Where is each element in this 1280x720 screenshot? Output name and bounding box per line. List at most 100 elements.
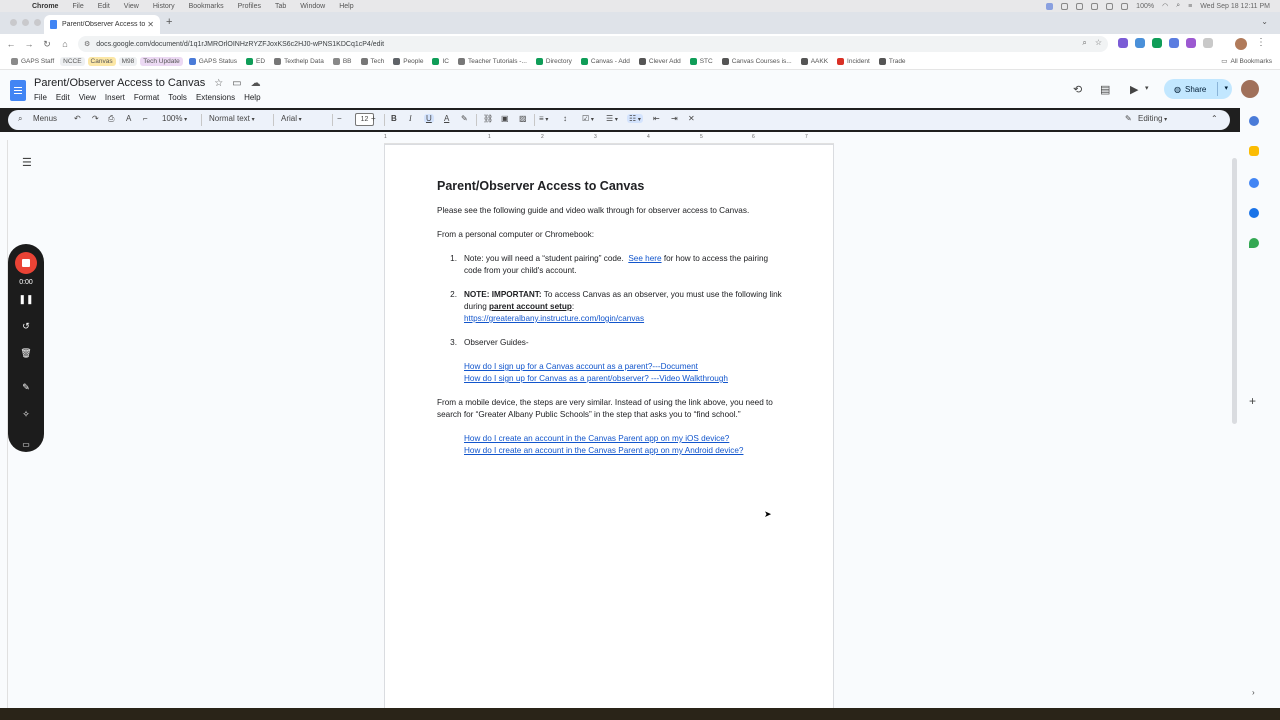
undo-icon[interactable]: ↶ <box>74 114 81 123</box>
tab-search-icon[interactable]: ⌄ <box>1261 17 1268 26</box>
add-comment-icon[interactable]: ▣ <box>501 114 509 123</box>
menu-format[interactable]: Format <box>134 93 159 102</box>
guide-link-document[interactable]: How do I sign up for a Canvas account as… <box>464 361 782 373</box>
menubar-item-view[interactable]: View <box>124 3 139 10</box>
contacts-icon[interactable] <box>1249 208 1259 218</box>
canvas-login-link[interactable]: https://greateralbany.instructure.com/lo… <box>464 314 644 323</box>
site-info-icon[interactable]: ⚙ <box>84 40 90 48</box>
stop-recording-button[interactable] <box>15 252 37 274</box>
bookmark-item[interactable]: Canvas Courses is... <box>719 57 795 66</box>
align-icon[interactable]: ≡ <box>539 114 548 123</box>
menubar-item-bookmarks[interactable]: Bookmarks <box>189 3 224 10</box>
get-addons-icon[interactable]: + <box>1249 394 1256 408</box>
home-icon[interactable]: ⌂ <box>56 39 74 49</box>
bookmark-item[interactable]: Texthelp Data <box>271 57 327 66</box>
clear-formatting-icon[interactable]: ✕ <box>688 114 695 123</box>
chrome-menu-icon[interactable]: ⋮ <box>1256 37 1266 48</box>
forward-icon[interactable]: → <box>20 39 38 49</box>
zoom-select[interactable]: 100% <box>162 114 187 123</box>
menu-edit[interactable]: Edit <box>56 93 70 102</box>
extension-icon[interactable] <box>1169 38 1179 48</box>
decrease-font-size-icon[interactable]: − <box>337 114 342 123</box>
menubar-item-file[interactable]: File <box>72 3 83 10</box>
guide-link-video[interactable]: How do I sign up for Canvas as a parent/… <box>464 373 782 385</box>
decrease-indent-icon[interactable]: ⇤ <box>653 114 660 123</box>
document-scrollbar[interactable] <box>1232 158 1237 424</box>
clock[interactable]: Wed Sep 18 12:11 PM <box>1200 3 1270 10</box>
comments-icon[interactable]: ▤ <box>1100 83 1110 96</box>
menubar-item-window[interactable]: Window <box>300 3 325 10</box>
bookmark-item[interactable]: NCCE <box>60 57 85 66</box>
menu-tools[interactable]: Tools <box>168 93 187 102</box>
star-icon[interactable]: ☆ <box>214 78 223 89</box>
underline-icon[interactable]: U <box>424 114 434 123</box>
maps-icon[interactable] <box>1249 238 1259 248</box>
checklist-icon[interactable]: ☑ <box>582 114 594 123</box>
bookmark-item[interactable]: GAPS Staff <box>8 57 57 66</box>
bookmark-item[interactable]: Canvas <box>87 57 116 66</box>
italic-icon[interactable]: I <box>409 114 412 123</box>
address-bar[interactable]: ⚙ docs.google.com/document/d/1q1rJMROrlO… <box>78 36 1108 52</box>
bluetooth-icon[interactable] <box>1121 2 1129 10</box>
document-outline-icon[interactable]: ☰ <box>22 156 32 169</box>
pause-icon[interactable]: ❚❚ <box>8 294 44 305</box>
extension-icon[interactable] <box>1118 38 1128 48</box>
print-icon[interactable]: ⎙ <box>108 114 114 124</box>
bookmark-item[interactable]: BB <box>330 57 355 66</box>
bookmark-star-icon[interactable]: ☆ <box>1095 38 1102 48</box>
search-icon[interactable]: ⌕ <box>1176 2 1180 10</box>
menu-view[interactable]: View <box>79 93 96 102</box>
share-dropdown-icon[interactable]: ▾ <box>1224 84 1228 92</box>
menu-file[interactable]: File <box>34 93 47 102</box>
bookmark-item[interactable]: Incident <box>834 57 873 66</box>
bookmark-item[interactable]: Trade <box>876 57 909 66</box>
screen-record-icon[interactable] <box>1046 2 1054 10</box>
back-icon[interactable]: ← <box>2 39 20 49</box>
control-center-icon[interactable]: ≡ <box>1188 3 1192 10</box>
bold-icon[interactable]: B <box>391 114 397 123</box>
meet-icon[interactable]: ▶ <box>1130 83 1138 96</box>
text-color-icon[interactable]: A <box>444 114 449 123</box>
volume-icon[interactable] <box>1106 2 1114 10</box>
ios-guide-link[interactable]: How do I create an account in the Canvas… <box>464 433 782 445</box>
hide-side-panel-icon[interactable]: › <box>1252 688 1255 697</box>
insert-link-icon[interactable]: ⛓ <box>483 114 493 123</box>
numbered-list-icon[interactable]: ☷ <box>627 114 643 123</box>
version-history-icon[interactable]: ⟲ <box>1073 83 1082 96</box>
increase-font-size-icon[interactable]: + <box>371 114 376 123</box>
draw-pen-icon[interactable]: ✎ <box>8 382 44 393</box>
meet-dropdown-icon[interactable]: ▾ <box>1145 84 1149 92</box>
doc-title-input[interactable]: Parent/Observer Access to Canvas <box>34 77 205 89</box>
menu-help[interactable]: Help <box>244 93 260 102</box>
extension-icon[interactable] <box>1135 38 1145 48</box>
menu-extensions[interactable]: Extensions <box>196 93 235 102</box>
share-button[interactable]: ◍ Share ▾ <box>1164 79 1232 99</box>
delete-icon[interactable]: 🗑 <box>8 348 44 359</box>
zoom-icon[interactable]: ⌕ <box>1082 38 1086 48</box>
move-folder-icon[interactable]: ▭ <box>232 78 241 89</box>
bookmark-item[interactable]: Tech Update <box>140 57 183 66</box>
tasks-icon[interactable] <box>1249 178 1259 188</box>
menubar-item-help[interactable]: Help <box>339 3 353 10</box>
bookmark-item[interactable]: ED <box>243 57 268 66</box>
document-body[interactable]: Parent/Observer Access to Canvas Please … <box>437 180 782 469</box>
redo-icon[interactable]: ↷ <box>92 114 99 123</box>
effects-icon[interactable]: ✧ <box>8 409 44 420</box>
all-bookmarks-button[interactable]: ▭ All Bookmarks <box>1221 57 1272 66</box>
menubar-item-tab[interactable]: Tab <box>275 3 286 10</box>
bookmark-item[interactable]: Clever Add <box>636 57 684 66</box>
bookmark-item[interactable]: M98 <box>118 57 138 66</box>
status-icon[interactable] <box>1091 2 1099 10</box>
search-menus-label[interactable]: Menus <box>33 114 57 123</box>
bookmark-item[interactable]: Teacher Tutorials -... <box>455 57 530 66</box>
menubar-item-edit[interactable]: Edit <box>98 3 110 10</box>
new-tab-icon[interactable]: + <box>166 16 172 28</box>
insert-image-icon[interactable]: ▨ <box>519 114 527 123</box>
close-tab-icon[interactable]: ✕ <box>147 20 154 29</box>
camera-icon[interactable]: ▭ <box>8 440 44 449</box>
calendar-icon[interactable] <box>1249 116 1259 126</box>
bookmark-item[interactable]: AAKK <box>798 57 831 66</box>
bookmark-item[interactable]: IC <box>429 57 452 66</box>
minimize-window-button[interactable] <box>22 19 29 26</box>
android-guide-link[interactable]: How do I create an account in the Canvas… <box>464 445 782 457</box>
